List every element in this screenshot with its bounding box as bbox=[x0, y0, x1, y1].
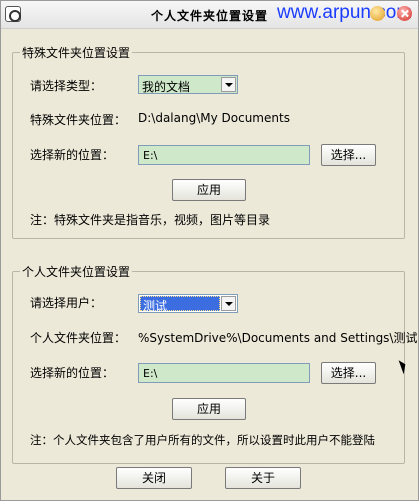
special-new-location-label: 选择新的位置： bbox=[30, 148, 115, 162]
personal-browse-button[interactable]: 选择... bbox=[321, 362, 376, 384]
special-location-label: 特殊文件夹位置： bbox=[30, 113, 127, 127]
minimize-button[interactable] bbox=[370, 6, 385, 21]
user-select[interactable]: 测试 bbox=[138, 294, 238, 313]
title-bar[interactable]: 个人文件夹位置设置 www.arpun.com bbox=[1, 1, 418, 29]
special-new-location-input[interactable]: E:\ bbox=[138, 145, 310, 165]
main-window: 个人文件夹位置设置 www.arpun.com 特殊文件夹位置设置 请选择类型：… bbox=[0, 0, 419, 501]
personal-new-location-label: 选择新的位置： bbox=[30, 366, 115, 380]
watermark-text: www.arpun.com bbox=[277, 2, 413, 23]
personal-folder-group: 个人文件夹位置设置 请选择用户： 测试 个人文件夹位置： %SystemDriv… bbox=[12, 263, 417, 464]
special-folder-group: 特殊文件夹位置设置 请选择类型： 我的文档 特殊文件夹位置： D:\dalang… bbox=[12, 44, 405, 239]
personal-apply-button[interactable]: 应用 bbox=[172, 398, 246, 420]
personal-folder-legend: 个人文件夹位置设置 bbox=[20, 263, 133, 280]
special-apply-button[interactable]: 应用 bbox=[172, 179, 246, 201]
personal-location-value: %SystemDrive%\Documents and Settings\测试 bbox=[138, 331, 418, 345]
window-close-button[interactable] bbox=[397, 6, 412, 21]
close-button[interactable]: 关闭 bbox=[116, 467, 192, 489]
chevron-down-icon[interactable] bbox=[221, 296, 236, 311]
special-location-value: D:\dalang\My Documents bbox=[138, 111, 290, 125]
user-label: 请选择用户： bbox=[30, 296, 103, 310]
personal-new-location-input[interactable]: E:\ bbox=[138, 363, 310, 383]
type-label: 请选择类型： bbox=[30, 79, 103, 93]
personal-location-label: 个人文件夹位置： bbox=[30, 331, 127, 345]
personal-note: 注：个人文件夹包含了用户所有的文件，所以设置时此用户不能登陆 bbox=[30, 433, 375, 447]
about-button[interactable]: 关于 bbox=[225, 467, 301, 489]
user-select-value: 测试 bbox=[140, 296, 220, 313]
special-browse-button[interactable]: 选择... bbox=[321, 144, 376, 166]
type-select[interactable]: 我的文档 bbox=[138, 75, 238, 94]
special-folder-legend: 特殊文件夹位置设置 bbox=[20, 44, 133, 61]
special-note: 注：特殊文件夹是指音乐，视频，图片等目录 bbox=[30, 213, 271, 227]
type-select-value: 我的文档 bbox=[142, 80, 191, 94]
special-new-location-text: E:\ bbox=[143, 149, 158, 162]
chevron-down-icon[interactable] bbox=[221, 77, 236, 92]
personal-new-location-text: E:\ bbox=[143, 367, 158, 380]
